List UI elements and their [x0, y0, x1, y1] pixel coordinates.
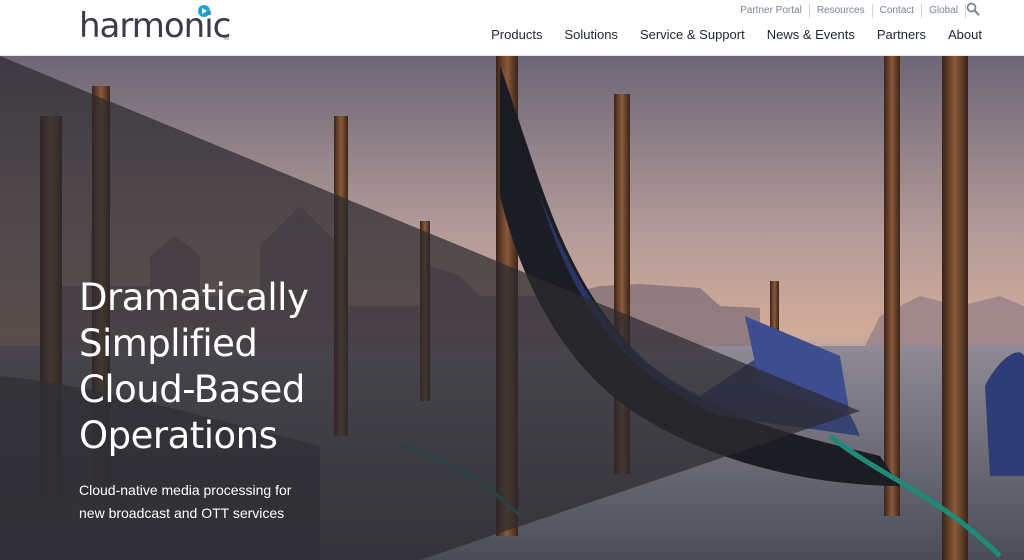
- registered-mark: ®: [224, 35, 230, 42]
- nav-service-support[interactable]: Service & Support: [640, 27, 745, 42]
- util-partner-portal[interactable]: Partner Portal: [733, 4, 809, 18]
- util-global[interactable]: Global: [921, 4, 966, 18]
- nav-solutions[interactable]: Solutions: [564, 27, 617, 42]
- hero-title: Dramatically Simplified Cloud-Based Oper…: [79, 276, 309, 457]
- nav-products[interactable]: Products: [491, 27, 542, 42]
- nav-about[interactable]: About: [948, 27, 982, 42]
- harmonic-logo[interactable]: harmonic ®: [79, 2, 239, 52]
- nav-news-events[interactable]: News & Events: [767, 27, 855, 42]
- site-header: harmonic ® Partner Portal Resources Cont…: [0, 0, 1024, 56]
- utility-nav: Partner Portal Resources Contact Global: [733, 4, 966, 18]
- util-contact[interactable]: Contact: [871, 4, 921, 18]
- nav-partners[interactable]: Partners: [877, 27, 926, 42]
- hero-subtitle: Cloud-native media processing for new br…: [79, 482, 292, 521]
- play-icon: [198, 5, 210, 17]
- hero-banner: Dramatically Simplified Cloud-Based Oper…: [0, 56, 1024, 560]
- search-icon[interactable]: [966, 2, 980, 16]
- util-resources[interactable]: Resources: [808, 4, 872, 18]
- main-nav: Products Solutions Service & Support New…: [469, 27, 982, 42]
